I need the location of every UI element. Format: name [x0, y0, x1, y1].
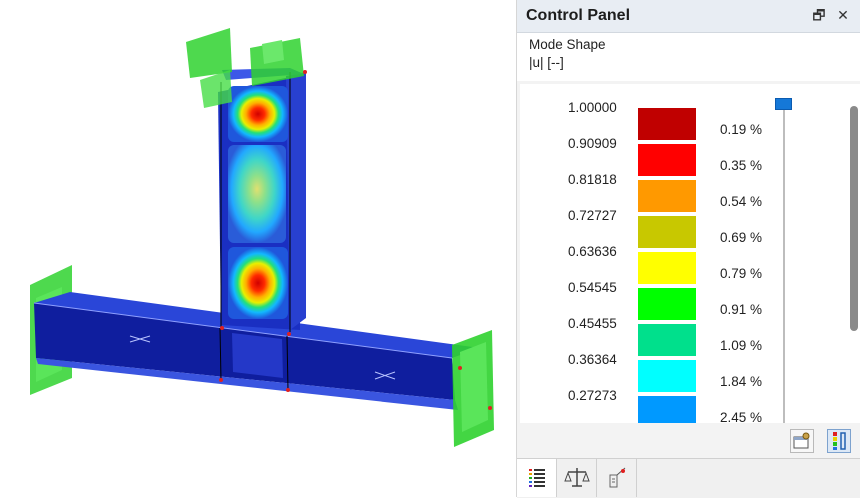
legend-value: 1.00000 [568, 100, 617, 115]
color-scales-tab[interactable] [517, 459, 557, 497]
legend-percentage: 0.54 % [720, 194, 763, 209]
results-icon [609, 467, 626, 488]
legend-color-swatch[interactable] [638, 396, 696, 423]
legend-color-swatch[interactable] [638, 144, 696, 176]
legend-value: 0.27273 [568, 388, 617, 403]
result-unit-label: |u| [--] [529, 55, 564, 70]
color-scale-icon[interactable] [827, 429, 851, 453]
panel-tabs [517, 458, 860, 498]
restore-window-icon[interactable]: 🗗 [809, 5, 829, 25]
legend-color-swatch[interactable] [638, 360, 696, 392]
legend-value: 0.81818 [568, 172, 617, 187]
legend-value: 0.63636 [568, 244, 617, 259]
panel-title: Control Panel [526, 7, 631, 24]
control-panel: Control Panel 🗗 ✕ Mode Shape |u| [--] 1.… [516, 0, 860, 498]
legend-percentage: 0.79 % [720, 266, 763, 281]
legend-color-swatch[interactable] [638, 108, 696, 140]
result-type-label: Mode Shape [529, 37, 606, 52]
legend-value: 0.36364 [568, 352, 617, 367]
range-slider-track[interactable] [783, 98, 785, 423]
legend-color-swatch[interactable] [638, 252, 696, 284]
legend-value: 0.54545 [568, 280, 617, 295]
legend-color-swatch[interactable] [638, 324, 696, 356]
vertical-column [218, 68, 306, 332]
balance-icon [564, 468, 590, 487]
close-icon[interactable]: ✕ [833, 5, 853, 25]
factors-tab[interactable] [557, 459, 597, 497]
legend-percentage: 2.45 % [720, 410, 763, 423]
settings-dialog-icon[interactable] [790, 429, 814, 453]
legend-value: 0.72727 [568, 208, 617, 223]
legend-percentage: 0.69 % [720, 230, 763, 245]
legend-percentage: 0.91 % [720, 302, 763, 317]
results-tab[interactable] [597, 459, 637, 497]
fe-model-graphic[interactable] [0, 0, 516, 497]
legend-percentage: 1.09 % [720, 338, 763, 353]
legend-value: 0.90909 [568, 136, 617, 151]
result-header: Mode Shape |u| [--] [517, 33, 860, 81]
right-support [452, 330, 494, 447]
legend-color-swatch[interactable] [638, 180, 696, 212]
legend-percentage: 0.19 % [720, 122, 763, 137]
panel-header: Control Panel 🗗 ✕ [517, 0, 860, 33]
legend-percentage: 0.35 % [720, 158, 763, 173]
legend-value: 0.45455 [568, 316, 617, 331]
color-legend[interactable]: 1.00000 0.90909 0.81818 0.72727 0.63636 … [520, 84, 860, 423]
list-icon [529, 469, 545, 487]
legend-color-swatch[interactable] [638, 288, 696, 320]
legend-color-swatch[interactable] [638, 216, 696, 248]
model-viewport[interactable] [0, 0, 516, 497]
legend-percentage: 1.84 % [720, 374, 763, 389]
range-slider-handle[interactable] [775, 98, 792, 110]
legend-scrollbar[interactable] [850, 106, 858, 331]
